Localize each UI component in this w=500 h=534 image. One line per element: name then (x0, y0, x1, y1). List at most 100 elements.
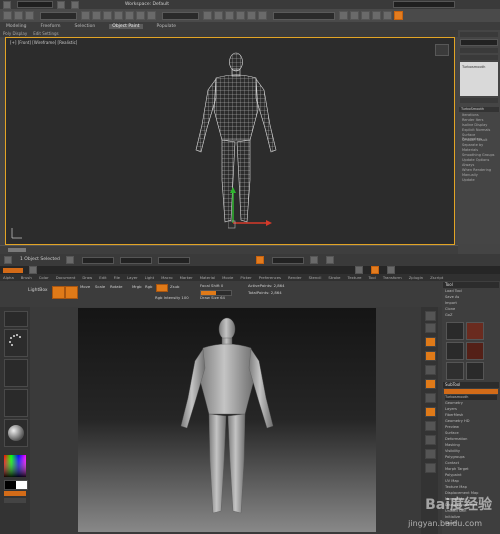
zbrush-menu-marker[interactable]: Marker (180, 275, 193, 280)
zbrush-quicksave-icon[interactable] (29, 266, 37, 274)
pivot-icon[interactable] (203, 11, 212, 20)
isoline-display-check[interactable]: Isoline Display (462, 123, 496, 127)
zbrush-menu-stencil[interactable]: Stencil (309, 275, 322, 280)
render-setup-icon[interactable] (372, 11, 381, 20)
import-button[interactable]: Import (445, 301, 497, 306)
main-secondary-color[interactable] (4, 480, 28, 490)
ribbon-tab-selection[interactable]: Selection (75, 24, 96, 29)
schematic-icon[interactable] (350, 11, 359, 20)
move-view-button[interactable] (425, 435, 436, 445)
redo-icon[interactable] (71, 0, 79, 9)
rotate-icon[interactable] (136, 11, 145, 20)
rotate-view-button[interactable] (425, 463, 436, 473)
zbrush-menu-picker[interactable]: Picker (240, 275, 251, 280)
explicit-normals-check[interactable]: Explicit Normals (462, 128, 496, 132)
modifier-stack-item[interactable]: Turbosmooth (460, 62, 498, 72)
save-as-button[interactable]: Save As (445, 295, 497, 300)
materials-check[interactable]: Materials (462, 148, 496, 152)
modifier-set[interactable] (460, 55, 498, 60)
geometry-hd-header[interactable]: Geometry HD (445, 419, 497, 424)
zadd-button[interactable] (156, 284, 168, 292)
zbrush-menu-tool[interactable]: Tool (368, 275, 375, 280)
scale-icon[interactable] (147, 11, 156, 20)
unlink-icon[interactable] (25, 11, 34, 20)
maxscript-icon[interactable] (4, 256, 12, 264)
edit-settings-item[interactable]: Edit Settings (33, 31, 58, 36)
rotate-button[interactable]: Rotate (110, 284, 122, 290)
ribbon-tab-freeform[interactable]: Freeform (40, 24, 60, 29)
tool-thumb-turbosmooth[interactable] (466, 362, 484, 380)
zbrush-menu-light[interactable]: Light (145, 275, 154, 280)
color-picker[interactable] (4, 455, 26, 477)
modifier-list-dropdown[interactable] (460, 48, 498, 53)
zbrush-menu-movie[interactable]: Movie (222, 275, 233, 280)
max-quick-access[interactable] (17, 1, 53, 8)
time-slider-handle[interactable] (8, 248, 26, 252)
zbrush-menu-stroke[interactable]: Stroke (328, 275, 340, 280)
command-tabs[interactable] (460, 32, 498, 37)
floor-button[interactable] (425, 393, 436, 403)
morph-target-header[interactable]: Morph Target (445, 467, 497, 472)
material-editor-icon[interactable] (361, 11, 370, 20)
transform-gizmo[interactable] (228, 183, 278, 233)
zbrush-menu-brush[interactable]: Brush (21, 275, 32, 280)
move-button[interactable]: Move (80, 284, 90, 290)
set-key-field[interactable] (271, 256, 304, 264)
always-radio[interactable]: Always (462, 163, 496, 167)
curve-editor-icon[interactable] (339, 11, 348, 20)
deformation-header[interactable]: Deformation (445, 437, 497, 442)
uv-map-header[interactable]: UV Map (445, 479, 497, 484)
viewcube[interactable] (435, 44, 449, 56)
max-app-icon[interactable] (3, 0, 11, 9)
base-mesh-figure[interactable] (167, 316, 287, 526)
search-input[interactable] (393, 1, 455, 8)
rect-select-icon[interactable] (103, 11, 112, 20)
surface-header[interactable]: Surface (445, 431, 497, 436)
bpr-button[interactable] (425, 311, 436, 321)
window-crossing-icon[interactable] (114, 11, 123, 20)
polypaint-header[interactable]: Polypaint (445, 473, 497, 478)
zbrush-menu-zplugin[interactable]: Zplugin (409, 275, 423, 280)
modifier-stack[interactable]: Turbosmooth (460, 62, 498, 96)
zbrush-menus-icon[interactable] (355, 266, 363, 274)
tool-thumb-polymesh[interactable] (466, 342, 484, 360)
zbrush-menu-edit[interactable]: Edit (99, 275, 106, 280)
front-viewport[interactable]: [+] [Front] [Wireframe] [Realistic] (5, 37, 455, 245)
zbrush-menu-color[interactable]: Color (39, 275, 49, 280)
zoom-button[interactable] (425, 351, 436, 361)
actual-button[interactable] (425, 365, 436, 375)
layers-header[interactable]: Layers (445, 407, 497, 412)
object-name-field[interactable] (460, 39, 498, 46)
reference-coord-dropdown[interactable] (162, 11, 199, 20)
render-icon[interactable] (394, 11, 403, 20)
texture-thumbnail[interactable] (4, 389, 28, 417)
draw-button[interactable] (65, 286, 78, 299)
selection-filter-dropdown[interactable] (40, 11, 77, 20)
scroll-button[interactable] (425, 337, 436, 347)
scale-button[interactable]: Scale (95, 284, 105, 290)
zbrush-document-canvas[interactable] (78, 308, 376, 532)
manually-radio[interactable]: Manually (462, 173, 496, 177)
next-frame-icon[interactable] (325, 256, 334, 264)
zbrush-menu-file[interactable]: File (114, 275, 120, 280)
lock-icon[interactable] (65, 256, 74, 264)
mrgb-button[interactable]: Mrgb (132, 284, 142, 290)
align-icon[interactable] (258, 11, 267, 20)
edit-button[interactable] (52, 286, 65, 299)
zbrush-menu-render[interactable]: Render (288, 275, 302, 280)
tool-thumb-figure[interactable] (446, 342, 464, 360)
smoothing-groups-check[interactable]: Smoothing Groups (462, 153, 496, 157)
angle-snap-icon[interactable] (225, 11, 234, 20)
material-thumbnail[interactable] (4, 419, 28, 447)
x-coord-field[interactable] (81, 256, 114, 264)
zbrush-menu-macro[interactable]: Macro (161, 275, 173, 280)
preview-header[interactable]: Preview (445, 425, 497, 430)
render-frame-icon[interactable] (383, 11, 392, 20)
tool-thumb-simplebrush[interactable] (446, 362, 464, 380)
zbrush-close-icon[interactable] (387, 266, 395, 274)
zbrush-menu-zscript[interactable]: Zscript (430, 275, 443, 280)
visibility-header[interactable]: Visibility (445, 449, 497, 454)
subtool-active-item[interactable] (444, 389, 498, 394)
subtool-header[interactable]: SubTool (443, 382, 499, 388)
render-iters-spinner[interactable]: Render Iters (462, 118, 496, 122)
